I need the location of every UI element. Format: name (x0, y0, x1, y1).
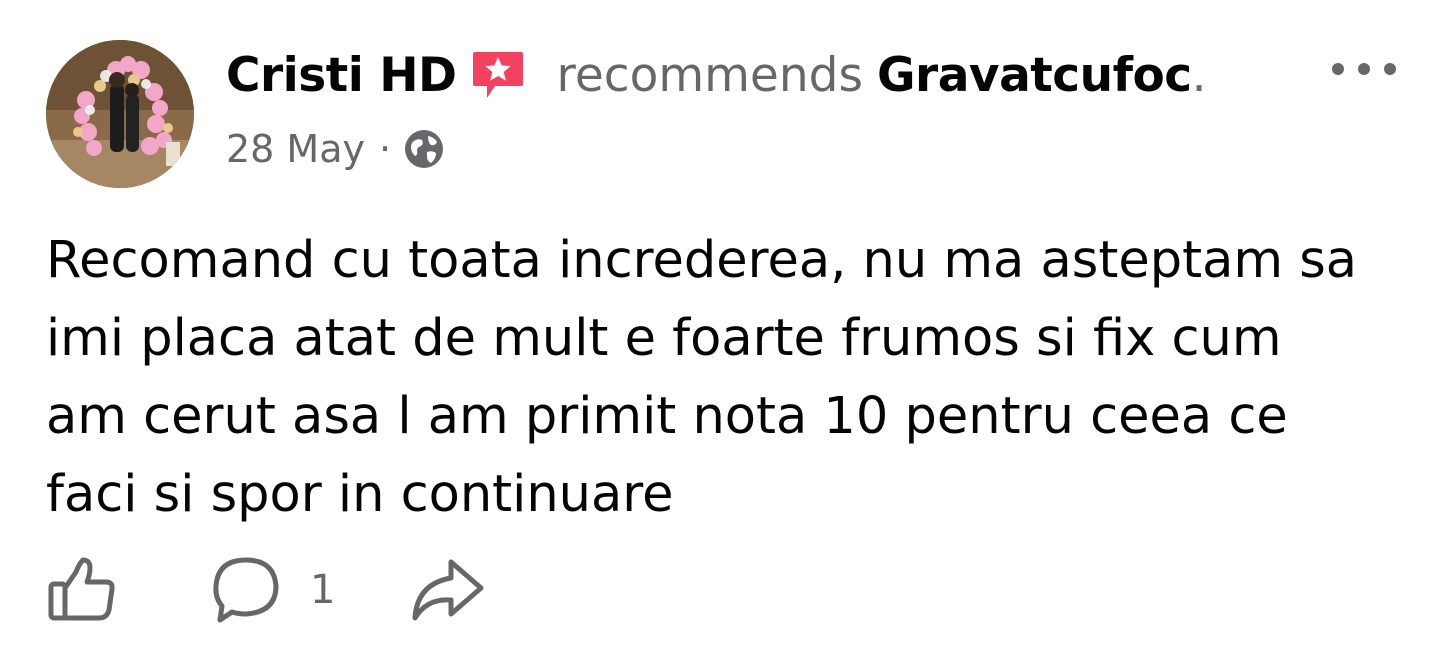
post-body: Recomand cu toata increderea, nu ma aste… (46, 222, 1406, 534)
page-name-link[interactable]: Gravatcufoc (877, 48, 1192, 103)
post-header: Cristi HD recommends Gravatcufoc . (226, 40, 1207, 110)
comment-count[interactable]: 1 (310, 567, 335, 613)
recommends-label: recommends (556, 47, 863, 103)
post-meta: 28 May · (226, 124, 445, 174)
post-actions: 1 (46, 552, 485, 628)
page-name-period: . (1191, 47, 1207, 103)
post-body-line: am cerut asa l am primit nota 10 pentru … (46, 387, 1288, 446)
avatar[interactable] (46, 40, 194, 188)
author-name[interactable]: Cristi HD (226, 48, 457, 103)
share-button[interactable] (409, 554, 485, 626)
post-body-line: imi placa atat de mult e foarte frumos s… (46, 309, 1282, 368)
recommend-star-icon (469, 46, 527, 104)
more-options-icon (1332, 63, 1396, 75)
like-button[interactable] (46, 554, 118, 626)
meta-separator: · (379, 127, 392, 171)
post-body-line: Recomand cu toata increderea, nu ma aste… (46, 231, 1358, 290)
globe-icon[interactable] (403, 128, 445, 170)
post-body-line: faci si spor in continuare (46, 465, 674, 524)
post-card: Cristi HD recommends Gravatcufoc . 28 Ma… (0, 0, 1439, 663)
thumbs-up-icon (48, 557, 115, 621)
comment-bubble-icon (213, 557, 279, 623)
share-arrow-icon (412, 559, 484, 621)
avatar-photo (46, 40, 194, 188)
post-date[interactable]: 28 May (226, 127, 365, 171)
comment-button[interactable]: 1 (210, 554, 335, 626)
more-options-button[interactable] (1326, 54, 1406, 84)
